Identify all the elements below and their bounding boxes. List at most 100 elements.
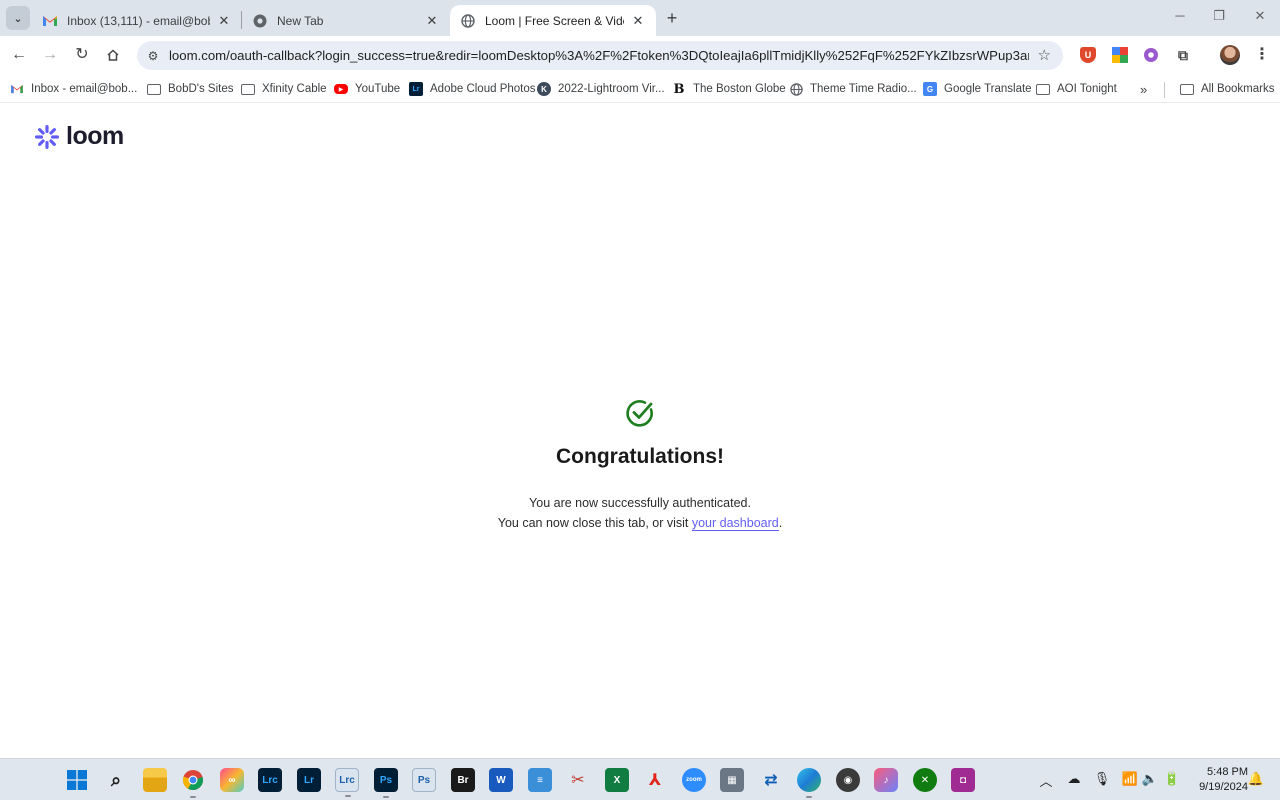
- home-icon[interactable]: [102, 44, 124, 66]
- bookmark-label: Adobe Cloud Photos: [430, 83, 536, 95]
- bookmark-boston-globe[interactable]: B The Boston Globe: [672, 79, 786, 99]
- darktable-icon[interactable]: ◉: [836, 768, 860, 792]
- all-bookmarks-button[interactable]: All Bookmarks: [1180, 79, 1275, 99]
- new-tab-button[interactable]: +: [662, 8, 682, 28]
- volume-icon[interactable]: 🔈: [1141, 771, 1159, 787]
- chrome-icon: [252, 13, 268, 29]
- photoshop-2-icon[interactable]: Ps: [412, 768, 436, 792]
- tab-title: Loom | Free Screen & Video Re: [485, 13, 624, 28]
- bookmark-label: The Boston Globe: [693, 83, 786, 95]
- battery-icon[interactable]: 🔋: [1163, 771, 1181, 787]
- excel-icon[interactable]: X: [605, 768, 629, 792]
- youtube-icon: ▶: [334, 84, 348, 94]
- tab-title: New Tab: [277, 13, 324, 28]
- bookmark-label: YouTube: [355, 83, 401, 95]
- folder-icon: [147, 83, 161, 95]
- bookmark-bobds-sites[interactable]: BobD's Sites: [147, 79, 233, 99]
- bookmarks-overflow-chevron-icon[interactable]: »: [1140, 79, 1147, 99]
- close-tab-prefix: You can now close this tab, or visit: [497, 516, 692, 530]
- folder-icon: [1180, 83, 1194, 95]
- bookmark-label: Google Translate: [944, 83, 1032, 95]
- url-text[interactable]: loom.com/oauth-callback?login_success=tr…: [169, 48, 1029, 63]
- zoom-icon[interactable]: zoom: [682, 768, 706, 792]
- loom-logo[interactable]: loom: [34, 122, 124, 151]
- bookmark-label: Xfinity Cable: [262, 83, 327, 95]
- restore-icon[interactable]: ❐: [1209, 8, 1229, 24]
- bookmark-theme-time-radio[interactable]: Theme Time Radio...: [789, 79, 917, 99]
- profile-avatar[interactable]: [1220, 45, 1240, 65]
- close-window-icon[interactable]: ✕: [1250, 8, 1270, 24]
- page-title: Congratulations!: [556, 445, 724, 468]
- acrobat-icon[interactable]: ⅄: [643, 768, 667, 792]
- lightroom-icon: Lr: [409, 82, 423, 96]
- bookmark-lightroom-virtual[interactable]: K 2022-Lightroom Vir...: [537, 79, 665, 99]
- tab-gmail[interactable]: Inbox (13,111) - email@bobdin ✕: [32, 5, 242, 36]
- site-settings-icon[interactable]: ⚙: [145, 49, 161, 63]
- bookmark-aoi-tonight[interactable]: AOI Tonight: [1036, 79, 1117, 99]
- dashboard-link[interactable]: your dashboard: [691, 516, 779, 531]
- folder-icon: [241, 83, 255, 95]
- tab-search-button[interactable]: ⌄: [6, 6, 30, 30]
- globe-icon: [460, 13, 476, 29]
- notification-bell-icon[interactable]: 🔔: [1247, 771, 1265, 787]
- file-explorer-icon[interactable]: [143, 768, 167, 792]
- sync-icon[interactable]: ⇄: [759, 768, 783, 792]
- windows-taskbar: ⌕ ∞ Lrc Lr Lrc Ps Ps Br W ≡ ✂ X ⅄ zoom ▦…: [0, 758, 1280, 800]
- app-vault-icon[interactable]: ◘: [951, 768, 975, 792]
- bookmarks-divider: [1164, 82, 1165, 98]
- folder-icon: [1036, 83, 1050, 95]
- photoshop-icon[interactable]: Ps: [374, 768, 398, 798]
- xbox-icon[interactable]: ✕: [913, 768, 937, 792]
- bookmark-youtube[interactable]: ▶ YouTube: [334, 79, 400, 99]
- windows-start-icon[interactable]: [65, 768, 89, 792]
- lightroom-classic-icon[interactable]: Lrc: [258, 768, 282, 792]
- bridge-icon[interactable]: Br: [451, 768, 475, 792]
- bookmark-adobe-cloud-photos[interactable]: Lr Adobe Cloud Photos: [409, 79, 536, 99]
- boston-globe-icon: B: [673, 81, 685, 97]
- close-icon[interactable]: ✕: [216, 13, 232, 29]
- clock-time: 5:48 PM: [1207, 766, 1248, 778]
- microphone-icon[interactable]: 🎙: [1093, 771, 1111, 787]
- bookmark-label: BobD's Sites: [168, 83, 234, 95]
- system-clock[interactable]: 5:48 PM 9/19/2024: [1190, 765, 1248, 795]
- address-bar[interactable]: ⚙ loom.com/oauth-callback?login_success=…: [137, 41, 1063, 70]
- loom-extension-icon[interactable]: [1143, 47, 1159, 63]
- onedrive-icon[interactable]: ☁: [1065, 771, 1083, 787]
- tab-strip: ⌄ Inbox (13,111) - email@bobdin ✕ New Ta…: [0, 0, 1280, 36]
- star-icon[interactable]: ☆: [1038, 46, 1051, 64]
- reload-icon[interactable]: ↻: [71, 44, 93, 66]
- itunes-icon[interactable]: ♪: [874, 768, 898, 792]
- bookmark-gmail[interactable]: Inbox - email@bob...: [10, 79, 137, 99]
- clock-date: 9/19/2024: [1199, 781, 1248, 793]
- ublock-extension-icon[interactable]: U: [1080, 47, 1096, 63]
- translate-icon: G: [923, 82, 937, 96]
- creative-cloud-icon[interactable]: ∞: [220, 768, 244, 792]
- close-icon[interactable]: ✕: [424, 13, 440, 29]
- calculator-icon[interactable]: ▦: [720, 768, 744, 792]
- logo-text: loom: [66, 122, 124, 150]
- forward-arrow-icon[interactable]: →: [39, 44, 61, 66]
- lightroom-classic-2-icon[interactable]: Lrc: [335, 768, 359, 797]
- edge-icon[interactable]: [797, 768, 821, 798]
- menu-kebab-icon[interactable]: ⋮: [1254, 44, 1270, 64]
- gmail-icon: [10, 82, 24, 96]
- notepad-icon[interactable]: ≡: [528, 768, 552, 792]
- bookmark-google-translate[interactable]: G Google Translate: [923, 79, 1032, 99]
- search-icon[interactable]: ⌕: [104, 768, 128, 792]
- all-bookmarks-label: All Bookmarks: [1201, 83, 1275, 95]
- minimize-icon[interactable]: ─: [1170, 8, 1190, 23]
- tab-new-tab[interactable]: New Tab ✕: [242, 5, 450, 36]
- google-extension-icon[interactable]: [1112, 47, 1128, 63]
- lightroom-icon[interactable]: Lr: [297, 768, 321, 792]
- close-tab-text: You can now close this tab, or visit you…: [0, 513, 1280, 533]
- tab-loom[interactable]: Loom | Free Screen & Video Re ✕: [450, 5, 656, 36]
- snipping-tool-icon[interactable]: ✂: [566, 768, 590, 792]
- extensions-puzzle-icon[interactable]: ⧉: [1175, 47, 1191, 63]
- word-icon[interactable]: W: [489, 768, 513, 792]
- wifi-icon[interactable]: 📶: [1121, 771, 1139, 787]
- bookmark-xfinity-cable[interactable]: Xfinity Cable: [241, 79, 327, 99]
- close-icon[interactable]: ✕: [630, 13, 646, 29]
- chrome-icon[interactable]: [181, 768, 205, 798]
- tray-overflow-chevron-icon[interactable]: ︿: [1037, 771, 1055, 790]
- back-arrow-icon[interactable]: ←: [8, 44, 30, 66]
